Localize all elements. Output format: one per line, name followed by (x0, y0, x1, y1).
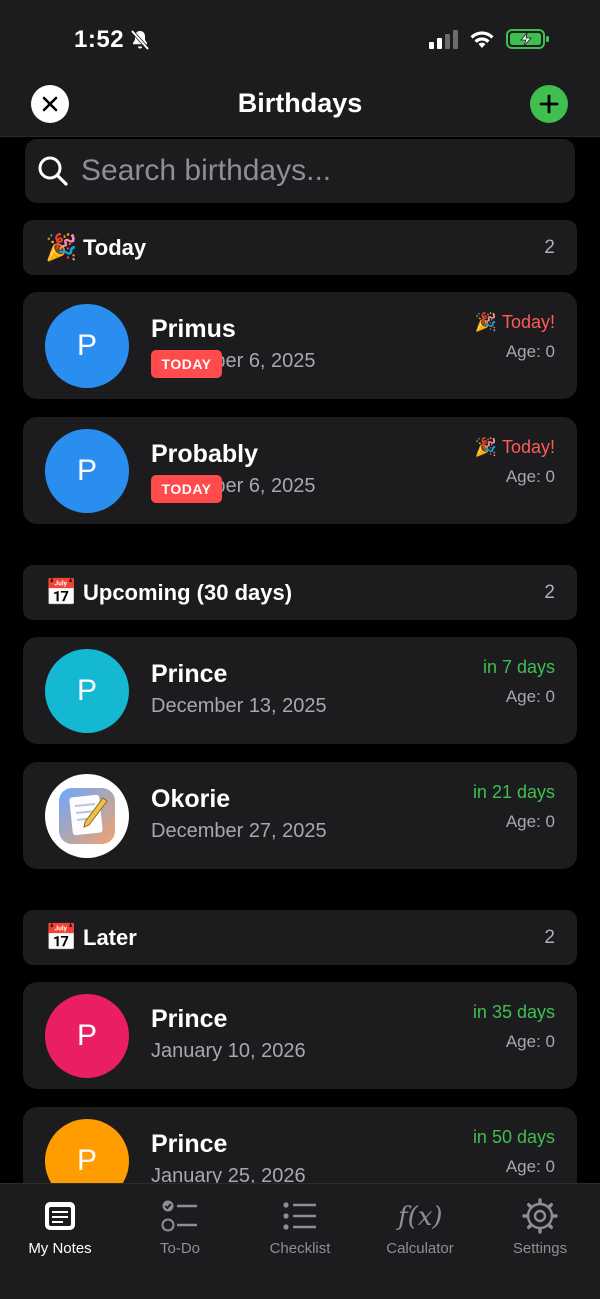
tab-to-do[interactable]: To-Do (120, 1184, 240, 1299)
avatar (45, 774, 129, 858)
section-count: 2 (544, 926, 555, 948)
avatar: P (45, 994, 129, 1078)
birthday-card[interactable]: P Probably December 6, 2025 TODAY 🎉 Toda… (23, 417, 577, 524)
search-bar[interactable] (25, 139, 575, 203)
section-label: Later (83, 924, 137, 950)
tab-label: Calculator (386, 1240, 454, 1257)
age-text: Age: 0 (505, 467, 555, 486)
birthday-card[interactable]: P Primus December 6, 2025 TODAY 🎉 Today!… (23, 292, 577, 399)
calendar-icon: 📅 (45, 922, 78, 952)
tab-checklist[interactable]: Checklist (240, 1184, 360, 1299)
section-count: 2 (544, 581, 555, 603)
countdown-text: in 50 days (472, 1127, 555, 1147)
tab-label: My Notes (28, 1240, 92, 1257)
search-input[interactable] (81, 154, 541, 188)
tab-label: To-Do (159, 1240, 200, 1257)
countdown-text: 🎉 Today! (474, 437, 555, 457)
age-text: Age: 0 (505, 1032, 555, 1051)
status-indicators (429, 28, 550, 50)
avatar: P (45, 304, 129, 388)
svg-text:ƒ(x): ƒ(x) (396, 1202, 443, 1232)
age-text: Age: 0 (505, 342, 555, 361)
person-name: Probably (151, 440, 258, 468)
birthday-date: January 10, 2026 (151, 1040, 306, 1062)
today-badge: TODAY (151, 350, 222, 378)
person-name: Primus (151, 315, 236, 343)
party-popper-icon: 🎉 (45, 232, 78, 262)
section-header-today[interactable]: 🎉 Today 2 (23, 220, 577, 275)
age-text: Age: 0 (505, 687, 555, 706)
age-text: Age: 0 (505, 812, 555, 831)
gear-icon (522, 1198, 558, 1234)
avatar: P (45, 649, 129, 733)
add-birthday-button[interactable] (530, 85, 568, 123)
section-header-upcoming[interactable]: 📅 Upcoming (30 days) 2 (23, 565, 577, 620)
birthday-card[interactable]: Okorie December 27, 2025 in 21 days Age:… (23, 762, 577, 869)
avatar: P (45, 429, 129, 513)
section-count: 2 (544, 236, 555, 258)
section-label: Upcoming (30 days) (83, 579, 293, 605)
countdown-text: in 35 days (472, 1002, 555, 1022)
person-name: Prince (151, 660, 228, 688)
person-name: Okorie (151, 785, 231, 813)
today-badge: TODAY (151, 475, 222, 503)
countdown-text: in 7 days (482, 657, 555, 677)
top-bar: 1:52 Birthdays (0, 0, 600, 137)
search-icon (38, 156, 68, 186)
section-header-later[interactable]: 📅 Later 2 (23, 910, 577, 965)
tab-label: Checklist (269, 1240, 331, 1257)
wifi-icon (470, 31, 494, 48)
birthday-card[interactable]: P Prince December 13, 2025 in 7 days Age… (23, 637, 577, 744)
countdown-text: in 21 days (472, 782, 555, 802)
function-icon: ƒ(x) (396, 1202, 443, 1232)
person-name: Prince (151, 1005, 228, 1033)
notes-app-icon (59, 788, 115, 844)
tab-label: Settings (512, 1240, 568, 1257)
battery-charging-icon (506, 29, 549, 49)
person-name: Prince (151, 1130, 228, 1158)
countdown-text: 🎉 Today! (474, 312, 555, 332)
calendar-icon: 📅 (45, 577, 78, 607)
birthday-card[interactable]: P Prince January 10, 2026 in 35 days Age… (23, 982, 577, 1089)
tab-settings[interactable]: Settings (480, 1184, 600, 1299)
birthday-date: December 27, 2025 (151, 820, 327, 842)
status-time: 1:52 (74, 26, 125, 53)
tab-bar: My Notes To-Do Checklist ƒ(x) Calculator… (0, 1183, 600, 1299)
birthday-date: December 13, 2025 (151, 695, 327, 717)
page-title: Birthdays (237, 88, 363, 118)
notes-icon (45, 1202, 75, 1230)
plus-icon (539, 94, 559, 114)
section-label: Today (83, 234, 147, 260)
bell-muted-icon (130, 29, 150, 51)
cellular-signal-icon (429, 29, 458, 49)
tab-calculator[interactable]: ƒ(x) Calculator (360, 1184, 480, 1299)
tab-my-notes[interactable]: My Notes (0, 1184, 120, 1299)
todo-icon (161, 1200, 197, 1232)
checklist-icon (283, 1202, 316, 1230)
age-text: Age: 0 (505, 1157, 555, 1176)
